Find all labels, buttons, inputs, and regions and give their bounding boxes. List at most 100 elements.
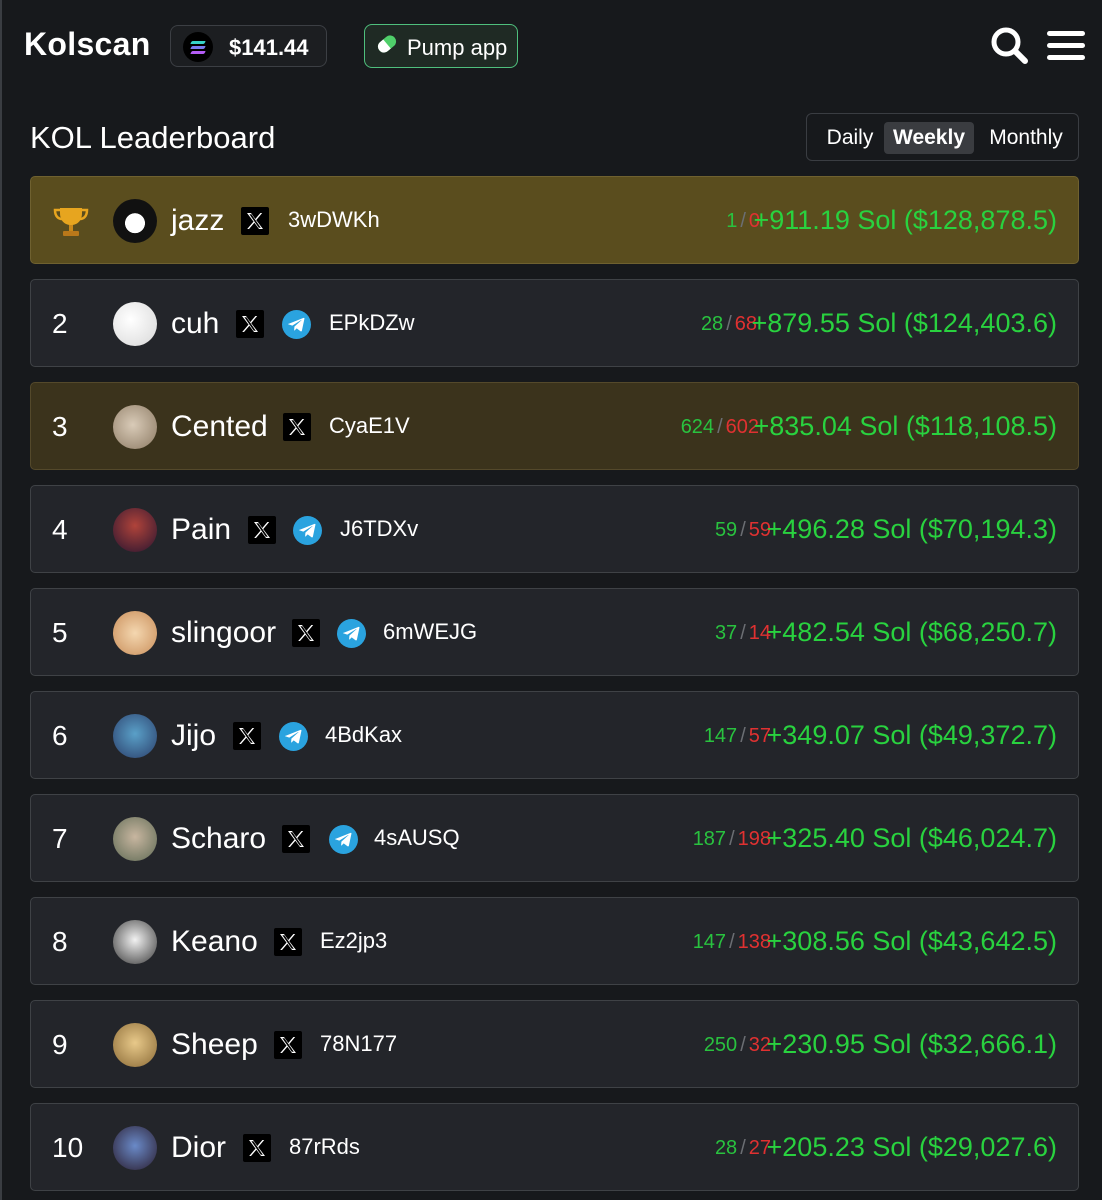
rank-number: 7 — [52, 823, 68, 854]
win-loss-separator: / — [740, 1034, 746, 1056]
telegram-icon[interactable] — [337, 619, 366, 648]
leaderboard-row[interactable]: 10 Dior 87rRds 28/27 +205.23 Sol ($29,027.6) — [30, 1103, 1079, 1191]
solana-logo-icon — [183, 32, 213, 62]
wallet-address[interactable]: Ez2jp3 — [320, 928, 387, 954]
x-twitter-icon[interactable] — [292, 619, 320, 647]
win-loss-separator: / — [729, 931, 735, 953]
tab-daily[interactable]: Daily — [815, 122, 885, 154]
rank-number: 4 — [52, 514, 68, 545]
wallet-address[interactable]: J6TDXv — [340, 516, 418, 542]
win-loss-separator: / — [717, 416, 723, 438]
avatar[interactable] — [113, 199, 157, 243]
pump-app-button[interactable]: Pump app — [364, 24, 518, 68]
leaderboard-row[interactable]: 5 slingoor 6mWEJG 37/14 +482.54 Sol ($68,250… — [30, 588, 1079, 676]
leaderboard-row[interactable]: 2 cuh EPkDZw 28/68 +879.55 Sol ($124,403.6) — [30, 279, 1079, 367]
win-loss-count: 624/602 — [681, 416, 759, 439]
top-nav-bar: Kolscan $141.44 Pump app — [2, 0, 1102, 92]
wallet-address[interactable]: EPkDZw — [329, 310, 415, 336]
x-twitter-icon[interactable] — [274, 928, 302, 956]
wallet-address[interactable]: 4BdKax — [325, 722, 402, 748]
search-icon — [991, 27, 1028, 64]
win-loss-count: 59/59 — [715, 519, 771, 542]
wins-count: 147 — [703, 725, 738, 747]
wins-count: 37 — [714, 622, 738, 644]
menu-button[interactable] — [1046, 28, 1086, 64]
kol-name[interactable]: slingoor — [171, 616, 276, 650]
profit-value: +911.19 Sol ($128,878.5) — [753, 205, 1058, 235]
win-loss-separator: / — [740, 210, 746, 232]
wallet-address[interactable]: 4sAUSQ — [374, 825, 460, 851]
avatar[interactable] — [113, 508, 157, 552]
kol-name[interactable]: Cented — [171, 410, 268, 444]
profit-value: +879.55 Sol ($124,403.6) — [751, 308, 1058, 338]
kol-name[interactable]: Dior — [171, 1131, 226, 1165]
x-twitter-icon[interactable] — [236, 310, 264, 338]
kol-name[interactable]: Scharo — [171, 822, 266, 856]
search-button[interactable] — [990, 26, 1030, 66]
avatar[interactable] — [113, 611, 157, 655]
avatar[interactable] — [113, 1023, 157, 1067]
avatar[interactable] — [113, 714, 157, 758]
telegram-icon[interactable] — [329, 825, 358, 854]
pill-icon — [375, 32, 399, 56]
profit-value: +349.07 Sol ($49,372.7) — [766, 720, 1057, 750]
kol-name[interactable]: jazz — [171, 204, 224, 238]
avatar[interactable] — [113, 920, 157, 964]
telegram-icon[interactable] — [293, 516, 322, 545]
kol-name[interactable]: Pain — [171, 513, 231, 547]
x-twitter-icon[interactable] — [274, 1031, 302, 1059]
leaderboard-row[interactable]: 7 Scharo 4sAUSQ 187/198 +325.40 Sol ($46,024… — [30, 794, 1079, 882]
x-twitter-icon[interactable] — [243, 1134, 271, 1162]
telegram-icon[interactable] — [279, 722, 308, 751]
kol-name[interactable]: Sheep — [171, 1028, 258, 1062]
leaderboard-row[interactable]: 8 Keano Ez2jp3 147/138 +308.56 Sol ($43,642.… — [30, 897, 1079, 985]
rank-number: 2 — [52, 308, 68, 339]
hamburger-menu-icon — [1047, 31, 1085, 60]
x-twitter-icon[interactable] — [248, 516, 276, 544]
avatar[interactable] — [113, 817, 157, 861]
tab-monthly[interactable]: Monthly — [981, 122, 1071, 154]
x-twitter-icon[interactable] — [241, 207, 269, 235]
wallet-address[interactable]: CyaE1V — [329, 413, 410, 439]
wallet-address[interactable]: 6mWEJG — [383, 619, 477, 645]
win-loss-separator: / — [740, 725, 746, 747]
win-loss-count: 28/27 — [715, 1137, 771, 1160]
leaderboard-row[interactable]: 4 Pain J6TDXv 59/59 +496.28 Sol ($70,194.3) — [30, 485, 1079, 573]
win-loss-count: 147/57 — [704, 725, 771, 748]
profit-value: +230.95 Sol ($32,666.1) — [766, 1029, 1057, 1059]
pump-app-label: Pump app — [407, 35, 508, 60]
x-twitter-icon[interactable] — [282, 825, 310, 853]
kol-name[interactable]: Jijo — [171, 719, 216, 753]
win-loss-separator: / — [740, 622, 746, 644]
profit-value: +325.40 Sol ($46,024.7) — [766, 823, 1057, 853]
win-loss-separator: / — [740, 1137, 746, 1159]
leaderboard-row[interactable]: 9 Sheep 78N177 250/32 +230.95 Sol ($32,666.1… — [30, 1000, 1079, 1088]
profit-value: +835.04 Sol ($118,108.5) — [753, 411, 1058, 441]
avatar[interactable] — [113, 1126, 157, 1170]
tab-weekly[interactable]: Weekly — [884, 122, 974, 154]
leaderboard-row[interactable]: 3 Cented CyaE1V 624/602 +835.04 Sol ($118,10… — [30, 382, 1079, 470]
avatar[interactable] — [113, 302, 157, 346]
win-loss-count: 147/138 — [693, 931, 771, 954]
wallet-address[interactable]: 78N177 — [320, 1031, 397, 1057]
win-loss-count: 28/68 — [701, 313, 757, 336]
profit-value: +482.54 Sol ($68,250.7) — [766, 617, 1057, 647]
rank-number: 5 — [52, 617, 68, 648]
profit-value: +308.56 Sol ($43,642.5) — [766, 926, 1057, 956]
telegram-icon[interactable] — [282, 310, 311, 339]
wins-count: 250 — [703, 1034, 738, 1056]
win-loss-separator: / — [740, 519, 746, 541]
brand-logo-text[interactable]: Kolscan — [24, 26, 151, 63]
rank-number: 8 — [52, 926, 68, 957]
x-twitter-icon[interactable] — [283, 413, 311, 441]
avatar[interactable] — [113, 405, 157, 449]
wins-count: 28 — [700, 313, 724, 335]
leaderboard-row[interactable]: 6 Jijo 4BdKax 147/57 +349.07 Sol ($49,372.7) — [30, 691, 1079, 779]
wallet-address[interactable]: 3wDWKh — [288, 207, 380, 233]
sol-price-value: $141.44 — [229, 35, 309, 60]
x-twitter-icon[interactable] — [233, 722, 261, 750]
kol-name[interactable]: Keano — [171, 925, 258, 959]
leaderboard-row[interactable]: jazz 3wDWKh 1/0 +911.19 Sol ($128,878.5) — [30, 176, 1079, 264]
wallet-address[interactable]: 87rRds — [289, 1134, 360, 1160]
kol-name[interactable]: cuh — [171, 307, 219, 341]
